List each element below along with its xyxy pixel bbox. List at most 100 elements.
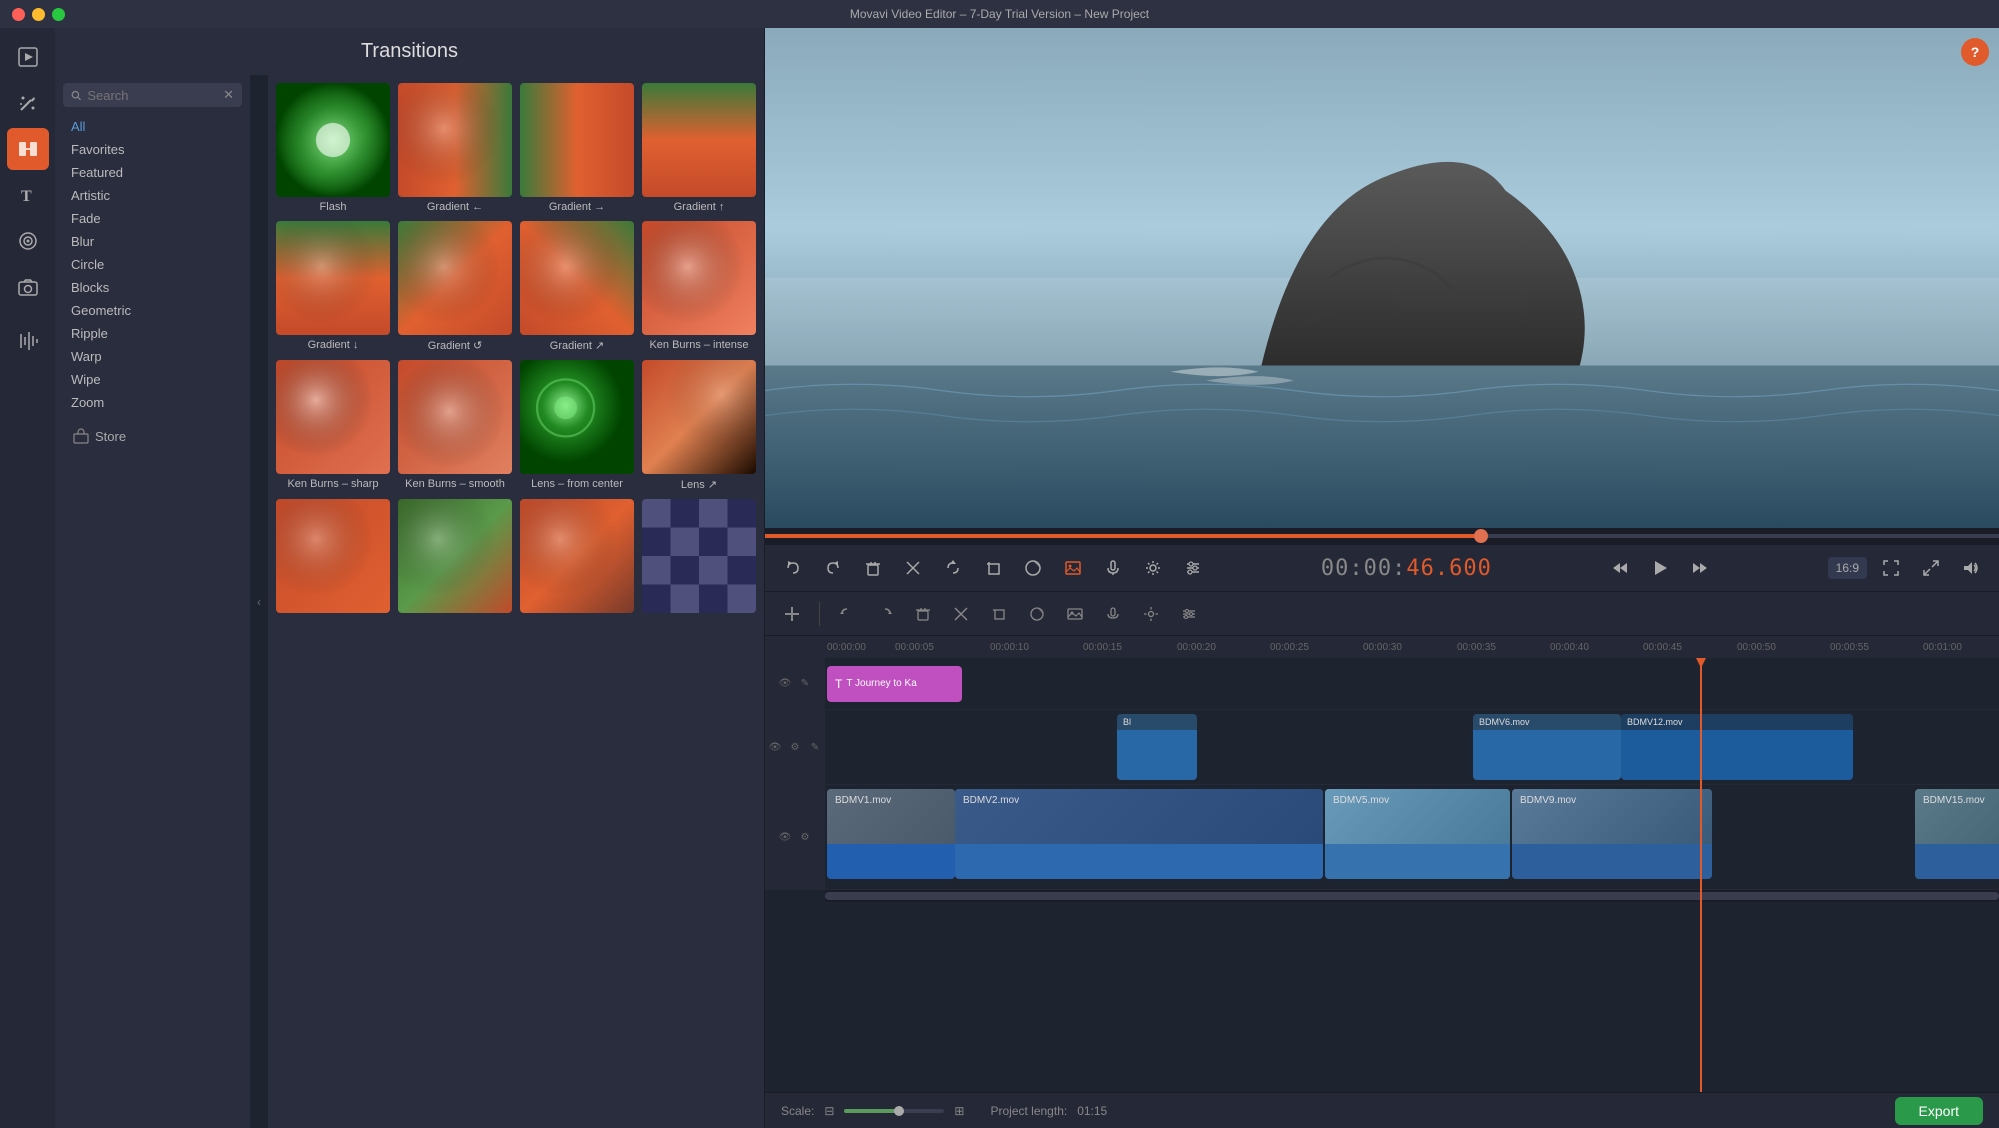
help-button[interactable]: ? xyxy=(1961,38,1989,66)
skip-forward-button[interactable] xyxy=(1684,552,1716,584)
main-track-visibility-button[interactable]: 👁 xyxy=(777,829,793,845)
cut-button[interactable] xyxy=(897,552,929,584)
category-wipe[interactable]: Wipe xyxy=(63,368,242,391)
image-button[interactable] xyxy=(1057,552,1089,584)
scale-icon-right[interactable]: ⊞ xyxy=(954,1104,964,1118)
broll-track-settings-button[interactable]: ⚙ xyxy=(787,739,803,755)
transition-gradient-cw[interactable]: Gradient ↗ xyxy=(520,221,634,352)
expand-button[interactable] xyxy=(1915,552,1947,584)
main-clip-bdmv15[interactable]: BDMV15.mov xyxy=(1915,789,1999,879)
category-zoom[interactable]: Zoom xyxy=(63,391,242,414)
timeline-crop-button[interactable] xyxy=(984,599,1014,629)
transition-partial3[interactable] xyxy=(520,499,634,617)
redo-button[interactable] xyxy=(817,552,849,584)
tool-text[interactable]: T xyxy=(7,174,49,216)
category-circle[interactable]: Circle xyxy=(63,253,242,276)
category-warp[interactable]: Warp xyxy=(63,345,242,368)
add-media-button[interactable] xyxy=(777,599,807,629)
timeline-settings-button[interactable] xyxy=(1136,599,1166,629)
main-clip-bdmv9[interactable]: BDMV9.mov xyxy=(1512,789,1712,879)
tool-filters[interactable] xyxy=(7,220,49,262)
timeline-image-button[interactable] xyxy=(1060,599,1090,629)
category-fade[interactable]: Fade xyxy=(63,207,242,230)
category-blur[interactable]: Blur xyxy=(63,230,242,253)
timeline-color-button[interactable] xyxy=(1022,599,1052,629)
transition-gradient-ccw[interactable]: Gradient ↺ xyxy=(398,221,512,352)
category-ripple[interactable]: Ripple xyxy=(63,322,242,345)
search-bar[interactable]: ✕ xyxy=(63,83,242,107)
transition-gradient-up[interactable]: Gradient ↑ xyxy=(642,83,756,213)
progress-bar[interactable] xyxy=(765,528,1999,544)
category-geometric[interactable]: Geometric xyxy=(63,299,242,322)
maximize-button[interactable] xyxy=(52,8,65,21)
text-track-visibility-button[interactable]: 👁 xyxy=(777,676,793,692)
transition-partial2[interactable] xyxy=(398,499,512,617)
tool-magic[interactable] xyxy=(7,82,49,124)
timeline-delete-button[interactable] xyxy=(908,599,938,629)
search-input[interactable] xyxy=(87,88,217,103)
transition-lens-diag[interactable]: Lens ↗ xyxy=(642,360,756,491)
transition-gradient-right[interactable]: Gradient → xyxy=(520,83,634,213)
main-clip-bdmv1[interactable]: BDMV1.mov xyxy=(827,789,955,879)
audio-record-button[interactable] xyxy=(1097,552,1129,584)
broll-clip-bdmv6[interactable]: BDMV6.mov xyxy=(1473,714,1621,780)
transition-mosaic[interactable] xyxy=(642,499,756,617)
category-featured[interactable]: Featured xyxy=(63,161,242,184)
broll-track-edit-button[interactable]: ✎ xyxy=(807,739,823,755)
color-button[interactable] xyxy=(1017,552,1049,584)
timeline-undo-button[interactable] xyxy=(832,599,862,629)
transition-gradient-down[interactable]: Gradient ↓ xyxy=(276,221,390,352)
broll-clip-bdmv12[interactable]: BDMV12.mov xyxy=(1621,714,1853,780)
export-button[interactable]: Export xyxy=(1895,1097,1983,1125)
ruler-mark-5: 00:00:25 xyxy=(1270,642,1309,653)
transition-lens-center[interactable]: Lens – from center xyxy=(520,360,634,491)
aspect-ratio-button[interactable]: 16:9 xyxy=(1828,557,1867,579)
timeline-redo-button[interactable] xyxy=(870,599,900,629)
text-clip[interactable]: T T Journey to Ka xyxy=(827,666,962,702)
category-blocks[interactable]: Blocks xyxy=(63,276,242,299)
tool-camera[interactable] xyxy=(7,266,49,308)
timeline-effects-button[interactable] xyxy=(1174,599,1204,629)
scale-slider[interactable] xyxy=(844,1109,944,1113)
volume-button[interactable] xyxy=(1955,552,1987,584)
broll-clip-bl[interactable]: Bl xyxy=(1117,714,1197,780)
tool-media[interactable] xyxy=(7,36,49,78)
collapse-panel-button[interactable]: ‹ xyxy=(250,75,268,1128)
effects-button[interactable] xyxy=(1177,552,1209,584)
tool-audio[interactable] xyxy=(7,320,49,362)
skip-back-button[interactable] xyxy=(1604,552,1636,584)
timeline-audio-button[interactable] xyxy=(1098,599,1128,629)
category-all[interactable]: All xyxy=(63,115,242,138)
timeline-scrollbar[interactable] xyxy=(825,890,1999,902)
play-button[interactable] xyxy=(1644,552,1676,584)
main-clip-bdmv5[interactable]: BDMV5.mov xyxy=(1325,789,1510,879)
store-button[interactable]: Store xyxy=(63,422,242,450)
crop-button[interactable] xyxy=(977,552,1009,584)
transition-lens-diag-thumb xyxy=(642,360,756,474)
transition-ken-burns-sharp[interactable]: Ken Burns – sharp xyxy=(276,360,390,491)
close-button[interactable] xyxy=(12,8,25,21)
tool-transitions[interactable] xyxy=(7,128,49,170)
timeline-scrollbar-thumb[interactable] xyxy=(825,892,1999,900)
category-artistic[interactable]: Artistic xyxy=(63,184,242,207)
minimize-button[interactable] xyxy=(32,8,45,21)
broll-track-visibility-button[interactable]: 👁 xyxy=(767,739,783,755)
rotate-button[interactable] xyxy=(937,552,969,584)
transition-ken-burns-intense[interactable]: Ken Burns – intense xyxy=(642,221,756,352)
transition-gradient-left[interactable]: Gradient ← xyxy=(398,83,512,213)
fullscreen-button[interactable] xyxy=(1875,552,1907,584)
search-clear-button[interactable]: ✕ xyxy=(223,87,234,103)
main-clip-bdmv2[interactable]: BDMV2.mov xyxy=(955,789,1323,879)
transition-flash[interactable]: Flash xyxy=(276,83,390,213)
scale-icon-left[interactable]: ⊟ xyxy=(824,1104,834,1118)
settings-button[interactable] xyxy=(1137,552,1169,584)
undo-button[interactable] xyxy=(777,552,809,584)
timeline-cut-button[interactable] xyxy=(946,599,976,629)
category-favorites[interactable]: Favorites xyxy=(63,138,242,161)
delete-button[interactable] xyxy=(857,552,889,584)
text-track-edit-button[interactable]: ✎ xyxy=(797,676,813,692)
transition-ken-burns-smooth[interactable]: Ken Burns – smooth xyxy=(398,360,512,491)
transition-partial1[interactable] xyxy=(276,499,390,617)
progress-thumb[interactable] xyxy=(1474,529,1488,543)
main-track-settings-button[interactable]: ⚙ xyxy=(797,829,813,845)
